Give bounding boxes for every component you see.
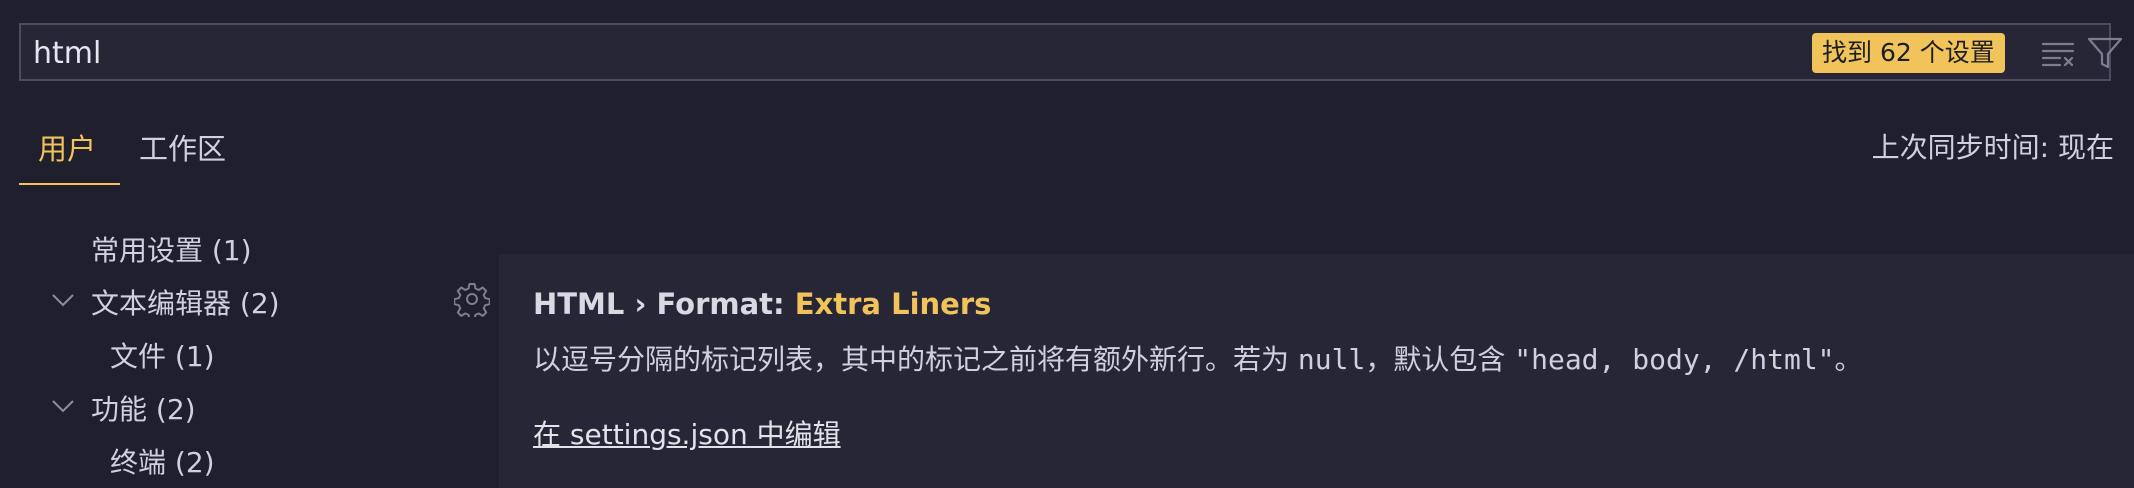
setting-title: HTML › Format: Extra Liners xyxy=(533,287,991,321)
search-box[interactable]: 找到 62 个设置 xyxy=(19,23,2123,81)
results-count-badge: 找到 62 个设置 xyxy=(1812,33,2005,73)
gear-icon[interactable] xyxy=(454,281,490,317)
sync-status: 上次同步时间: 现在 xyxy=(1871,131,2114,164)
filter-icon[interactable] xyxy=(2086,35,2124,71)
description-text: 以逗号分隔的标记列表，其中的标记之前将有额外新行。若为 xyxy=(533,343,1298,376)
description-text: 。 xyxy=(1834,343,1863,376)
setting-name: Extra Liners xyxy=(794,287,992,321)
tree-item-files[interactable]: 文件 (1) xyxy=(110,335,215,375)
setting-category: HTML › Format: xyxy=(533,287,795,321)
search-input[interactable] xyxy=(31,25,1815,81)
chevron-down-icon[interactable] xyxy=(51,398,75,414)
description-text: ，默认包含 xyxy=(1365,343,1515,376)
tree-item-features[interactable]: 功能 (2) xyxy=(91,388,196,428)
tree-item-terminal[interactable]: 终端 (2) xyxy=(110,441,215,481)
description-code: "head, body, /html" xyxy=(1514,343,1835,376)
tab-user[interactable]: 用户 xyxy=(38,126,96,168)
description-code: null xyxy=(1297,343,1366,376)
active-tab-indicator xyxy=(19,183,120,185)
edit-in-settings-json-link[interactable]: 在 settings.json 中编辑 xyxy=(533,413,841,453)
tab-workspace[interactable]: 工作区 xyxy=(139,126,226,168)
tree-item-common[interactable]: 常用设置 (1) xyxy=(91,229,252,269)
chevron-down-icon[interactable] xyxy=(51,292,75,308)
clear-filter-icon[interactable] xyxy=(2040,37,2076,69)
tree-item-text-editor[interactable]: 文本编辑器 (2) xyxy=(91,282,280,322)
setting-description: 以逗号分隔的标记列表，其中的标记之前将有额外新行。若为 null，默认包含 "h… xyxy=(533,338,1863,378)
